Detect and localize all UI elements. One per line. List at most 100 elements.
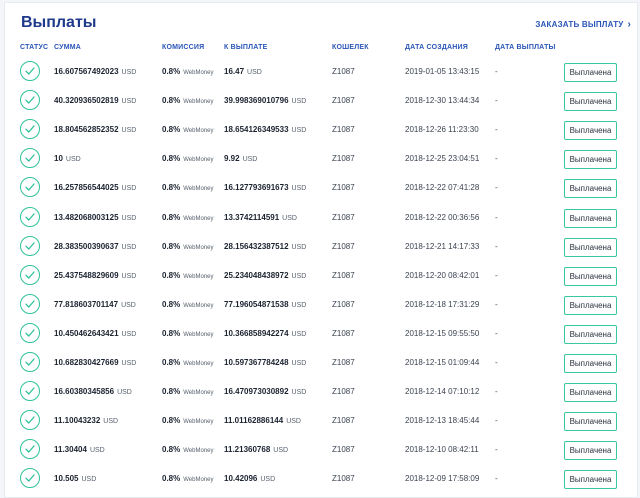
table-row: 28.383500390637 USD 0.8% WebMoney 28.15643… [5, 233, 637, 262]
check-circle-icon [20, 352, 40, 372]
table-row: 40.320936502819 USD 0.8% WebMoney 39.99836… [5, 87, 637, 116]
created-date-cell: 2018-12-13 18:45:44 [405, 416, 480, 426]
payout-cell: 13.3742114591 USD [224, 213, 297, 222]
commission-value: 0.8% [162, 154, 181, 164]
paid-date-cell: - [495, 154, 498, 164]
sum-value: 13.482068003125 [54, 212, 119, 222]
sum-cell: 10.450462643421 USD [54, 329, 136, 338]
wallet-cell: Z1087 [332, 328, 355, 338]
checkmark-icon [25, 387, 35, 395]
status-button[interactable]: Выплачена [564, 92, 617, 112]
payout-currency: USD [282, 214, 297, 222]
commission-system: WebMoney [183, 70, 214, 76]
sum-cell: 40.320936502819 USD [54, 96, 136, 105]
payouts-panel: Выплаты ЗАКАЗАТЬ ВЫПЛАТУ › СТАТУС СУММА К… [4, 2, 638, 498]
paid-date-cell: - [495, 241, 498, 251]
status-button[interactable]: Выплачена [564, 63, 617, 82]
sum-currency: USD [81, 476, 97, 484]
status-button[interactable]: Выплачена [564, 121, 617, 141]
commission-system: WebMoney [183, 157, 214, 164]
commission-cell: 0.8% WebMoney [162, 271, 213, 280]
status-button[interactable]: Выплачена [564, 295, 617, 315]
payout-value: 11.01162886144 [224, 416, 284, 426]
wallet-cell: Z1087 [332, 241, 355, 251]
status-button[interactable]: Выплачена [564, 208, 617, 228]
sum-cell: 28.383500390637 USD [54, 242, 136, 251]
sum-value: 18.804562852352 [54, 125, 119, 135]
wallet-cell: Z1087 [332, 212, 355, 222]
wallet-cell: Z1087 [332, 445, 355, 455]
table-row: 10.505 USD 0.8% WebMoney 10.42096 USD Z1087… [5, 465, 637, 494]
checkmark-icon [25, 300, 35, 308]
created-date-cell: 2018-12-09 17:58:09 [405, 474, 480, 484]
checkmark-icon [25, 358, 35, 366]
payout-value: 9.92 [224, 154, 240, 164]
wallet-cell: Z1087 [332, 96, 355, 106]
sum-currency: USD [103, 418, 119, 426]
check-circle-icon [20, 90, 40, 111]
payout-cell: 16.127793691673 USD [224, 183, 306, 192]
commission-system: WebMoney [183, 331, 214, 338]
commission-cell: 0.8% WebMoney [162, 300, 213, 309]
commission-value: 0.8% [162, 387, 181, 397]
sum-cell: 77.818603701147 USD [54, 300, 136, 309]
commission-system: WebMoney [183, 128, 214, 135]
status-button[interactable]: Выплачена [564, 324, 617, 344]
status-button[interactable]: Выплачена [564, 237, 617, 257]
wallet-cell: Z1087 [332, 358, 355, 367]
header-commission: КОМИССИЯ [162, 44, 205, 51]
payout-cell: 10.366858942274 USD [224, 329, 306, 338]
sum-cell: 10.682830427669 USD [54, 358, 136, 367]
status-button[interactable]: Выплачена [564, 412, 617, 432]
created-date-cell: 2018-12-10 08:42:11 [405, 445, 479, 455]
sum-currency: USD [121, 301, 136, 309]
paid-date-cell: - [495, 474, 498, 484]
order-payout-label: ЗАКАЗАТЬ ВЫПЛАТУ [535, 20, 624, 29]
payout-currency: USD [291, 127, 307, 135]
payout-value: 16.470973030892 [224, 387, 289, 397]
sum-cell: 10 USD [54, 154, 81, 163]
checkmark-icon [25, 212, 35, 221]
table-row: 10.682830427669 USD 0.8% WebMoney 10.59736… [5, 349, 637, 378]
status-cell [20, 468, 40, 489]
table-row: 16.60380345856 USD 0.8% WebMoney 16.470973… [5, 378, 637, 407]
check-circle-icon [20, 410, 40, 431]
commission-cell: 0.8% WebMoney [162, 183, 213, 192]
order-payout-link[interactable]: ЗАКАЗАТЬ ВЫПЛАТУ › [535, 19, 631, 30]
sum-cell: 16.257856544025 USD [54, 183, 136, 192]
commission-cell: 0.8% WebMoney [162, 358, 213, 367]
status-button[interactable]: Выплачена [564, 441, 617, 461]
check-circle-icon [20, 235, 40, 256]
payout-cell: 25.234048438972 USD [224, 271, 306, 280]
status-cell [20, 352, 40, 372]
payout-value: 28.156432387512 [224, 241, 289, 251]
created-date-cell: 2018-12-20 08:42:01 [405, 270, 480, 280]
commission-value: 0.8% [162, 358, 181, 367]
check-circle-icon [20, 381, 40, 402]
created-date-cell: 2018-12-15 01:09:44 [405, 358, 480, 367]
commission-value: 0.8% [162, 299, 181, 309]
status-button[interactable]: Выплачена [564, 150, 617, 170]
status-cell [20, 90, 40, 111]
commission-system: WebMoney [183, 215, 214, 222]
checkmark-icon [25, 329, 35, 337]
status-cell [20, 264, 40, 285]
payout-value: 16.127793691673 [224, 183, 289, 193]
status-button[interactable]: Выплачена [564, 179, 617, 199]
status-button[interactable]: Выплачена [564, 354, 617, 373]
commission-value: 0.8% [162, 328, 181, 338]
payout-cell: 39.998369010796 USD [224, 96, 306, 105]
commission-value: 0.8% [162, 416, 181, 426]
commission-system: WebMoney [183, 186, 214, 193]
created-date-cell: 2019-01-05 13:43:15 [405, 67, 480, 76]
status-button[interactable]: Выплачена [564, 266, 617, 286]
checkmark-icon [25, 96, 35, 104]
status-button[interactable]: Выплачена [564, 470, 617, 490]
table-row: 18.804562852352 USD 0.8% WebMoney 18.65412… [5, 116, 637, 145]
table-row: 10 USD 0.8% WebMoney 9.92 USD Z1087 2018-12… [5, 145, 637, 174]
commission-value: 0.8% [162, 183, 181, 193]
status-button[interactable]: Выплачена [564, 383, 617, 403]
payout-cell: 16.47 USD [224, 67, 262, 76]
sum-currency: USD [121, 272, 137, 280]
payout-currency: USD [291, 330, 307, 338]
